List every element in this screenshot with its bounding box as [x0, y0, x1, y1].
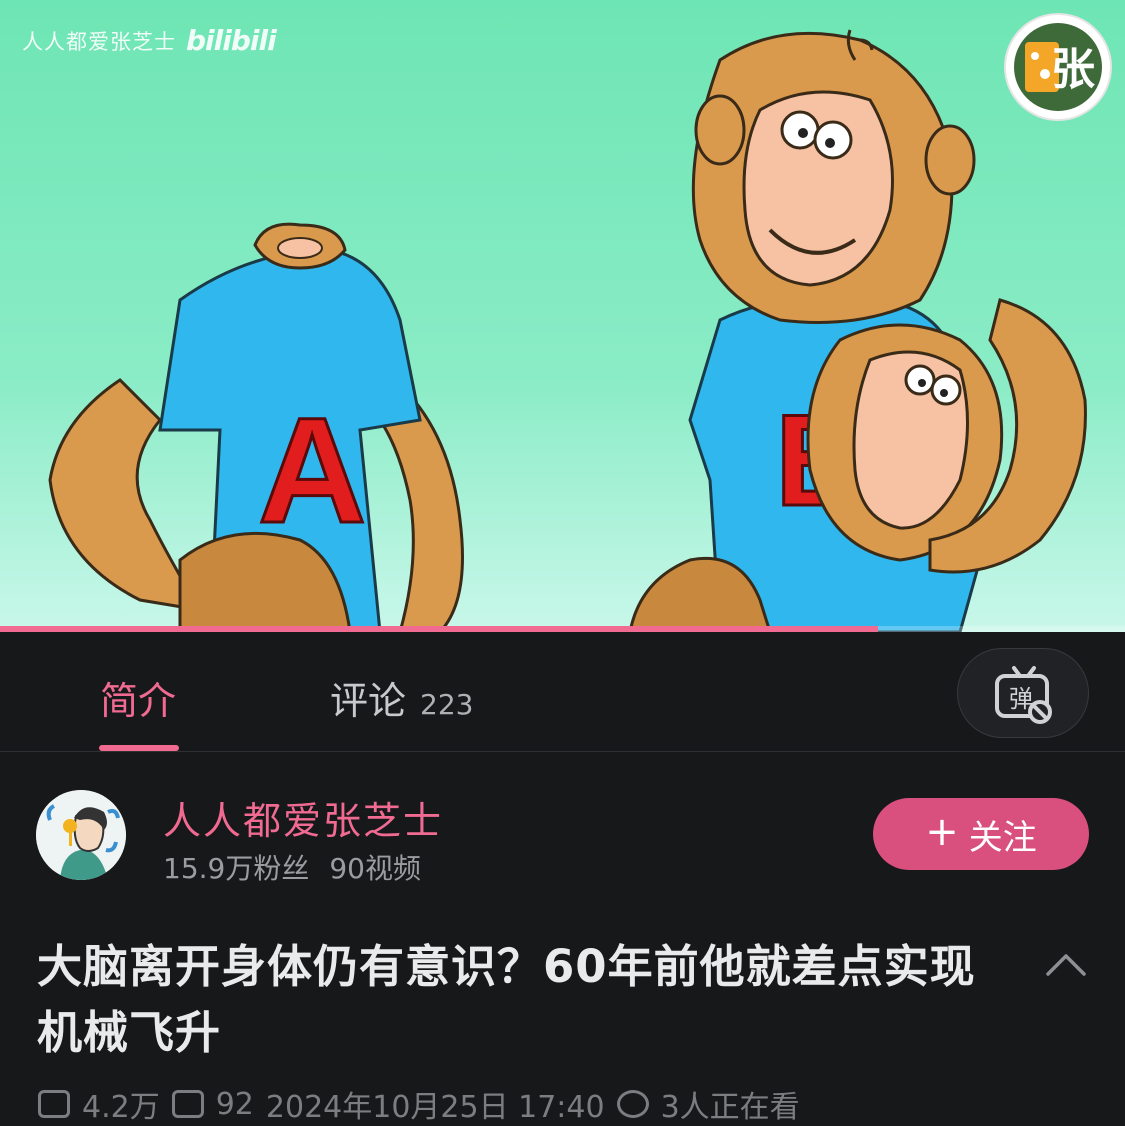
tab-intro-label: 简介	[100, 679, 177, 723]
channel-logo-badge: 张	[1003, 12, 1113, 122]
plus-icon: +	[925, 809, 959, 855]
play-count-icon	[38, 1090, 70, 1118]
badge-glyph: 张	[1051, 44, 1095, 95]
danmaku-off-icon: 弹	[995, 666, 1052, 724]
follow-label: 关注	[968, 817, 1037, 858]
shirt-letter-a: A	[258, 386, 366, 554]
video-player[interactable]: A B 人人都爱张芝士 bilibil	[0, 0, 1125, 632]
uploader-avatar[interactable]	[36, 790, 126, 880]
follower-count: 15.9万粉丝	[163, 852, 310, 885]
video-title: 大脑离开身体仍有意识？60年前他就差点实现机械飞升	[37, 940, 976, 1059]
active-tab-indicator	[99, 745, 179, 751]
watching-icon	[616, 1090, 649, 1118]
tab-intro[interactable]: 简介	[100, 670, 176, 725]
watching-count: 3人正在看	[660, 1090, 800, 1125]
comments-count: 223	[420, 688, 474, 721]
danmaku-count-icon	[171, 1090, 204, 1118]
headless-monkey-illustration: A	[48, 222, 464, 632]
uploader-card: 人人都爱张芝士 15.9万粉丝 90视频 + 关注	[0, 752, 1125, 922]
tab-comments-label: 评论	[330, 679, 407, 723]
view-count: 4.2万	[82, 1090, 160, 1125]
video-frame-illustration: A B	[48, 29, 1087, 632]
watermark-text: 人人都爱张芝士	[22, 29, 176, 54]
content-tabs: 简介 评论 223 弹	[0, 632, 1125, 752]
danmaku-count: 92	[215, 1086, 254, 1122]
tab-comments[interactable]: 评论 223	[330, 670, 473, 725]
video-meta-row: 4.2万 92 2024年10月25日 17:40 3人正在看	[38, 1084, 800, 1125]
danmaku-toggle-button[interactable]: 弹	[957, 648, 1089, 738]
publish-date: 2024年10月25日 17:40	[265, 1090, 605, 1125]
video-count: 90视频	[329, 852, 421, 885]
chevron-up-icon[interactable]	[1044, 950, 1088, 980]
bilibili-logo: bilibili	[186, 24, 277, 57]
uploader-name[interactable]: 人人都爱张芝士	[163, 790, 443, 845]
follow-button[interactable]: + 关注	[873, 798, 1089, 870]
video-watermark: 人人都爱张芝士 bilibili	[22, 24, 277, 57]
uploader-stats: 15.9万粉丝 90视频	[163, 847, 421, 887]
